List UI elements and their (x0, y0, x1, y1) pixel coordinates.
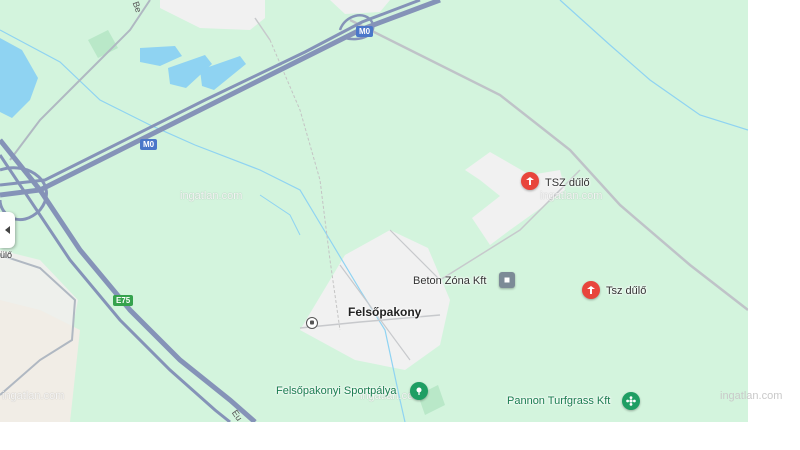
pin-red-icon[interactable] (521, 172, 539, 190)
urban-town (300, 230, 450, 370)
map-base-layer (0, 0, 748, 422)
urban-top (160, 0, 265, 30)
sports-pin-icon[interactable] (410, 382, 428, 400)
m0-shield-mid: M0 (140, 139, 158, 150)
m0-shield-top: M0 (356, 26, 374, 37)
business-square-icon[interactable] (499, 272, 515, 288)
pin-red-icon[interactable] (582, 281, 600, 299)
lake-left (0, 38, 38, 118)
poi-label-sportpalya[interactable]: Felsőpakonyi Sportpálya (276, 385, 396, 397)
watermark: ingatlan.com (2, 390, 65, 402)
flower-pin-icon[interactable] (622, 392, 640, 410)
poi-label-tsz-dulo-2[interactable]: Tsz dűlő (606, 285, 646, 297)
watermark: ingatlan.com (540, 190, 603, 202)
stream-2 (559, 0, 748, 131)
rail-stop-icon[interactable] (306, 317, 318, 329)
place-partial-left: ülő (0, 250, 13, 260)
chevron-left-icon (4, 226, 10, 234)
map-canvas[interactable]: M0 M0 E75 Be Eu ülő ingatlan.com ingatla… (0, 0, 748, 422)
park-patch (88, 30, 118, 58)
stream-3 (259, 194, 301, 236)
poi-label-tsz-dulo-1[interactable]: TSZ dűlő (545, 177, 590, 189)
lake-small-1 (140, 46, 182, 66)
town-label-felsopakony[interactable]: Felsőpakony (348, 305, 421, 319)
watermark: ingatlan.com (180, 190, 243, 202)
collapse-panel-button[interactable] (0, 212, 15, 248)
road-top-small (254, 17, 271, 41)
e75-shield: E75 (113, 295, 134, 306)
poi-label-beton-zona[interactable]: Beton Zóna Kft (413, 275, 486, 287)
urban-top-right (330, 0, 390, 14)
watermark: ingatlan.com (720, 390, 783, 402)
poi-label-pannon-turfgrass[interactable]: Pannon Turfgrass Kft (507, 395, 610, 407)
